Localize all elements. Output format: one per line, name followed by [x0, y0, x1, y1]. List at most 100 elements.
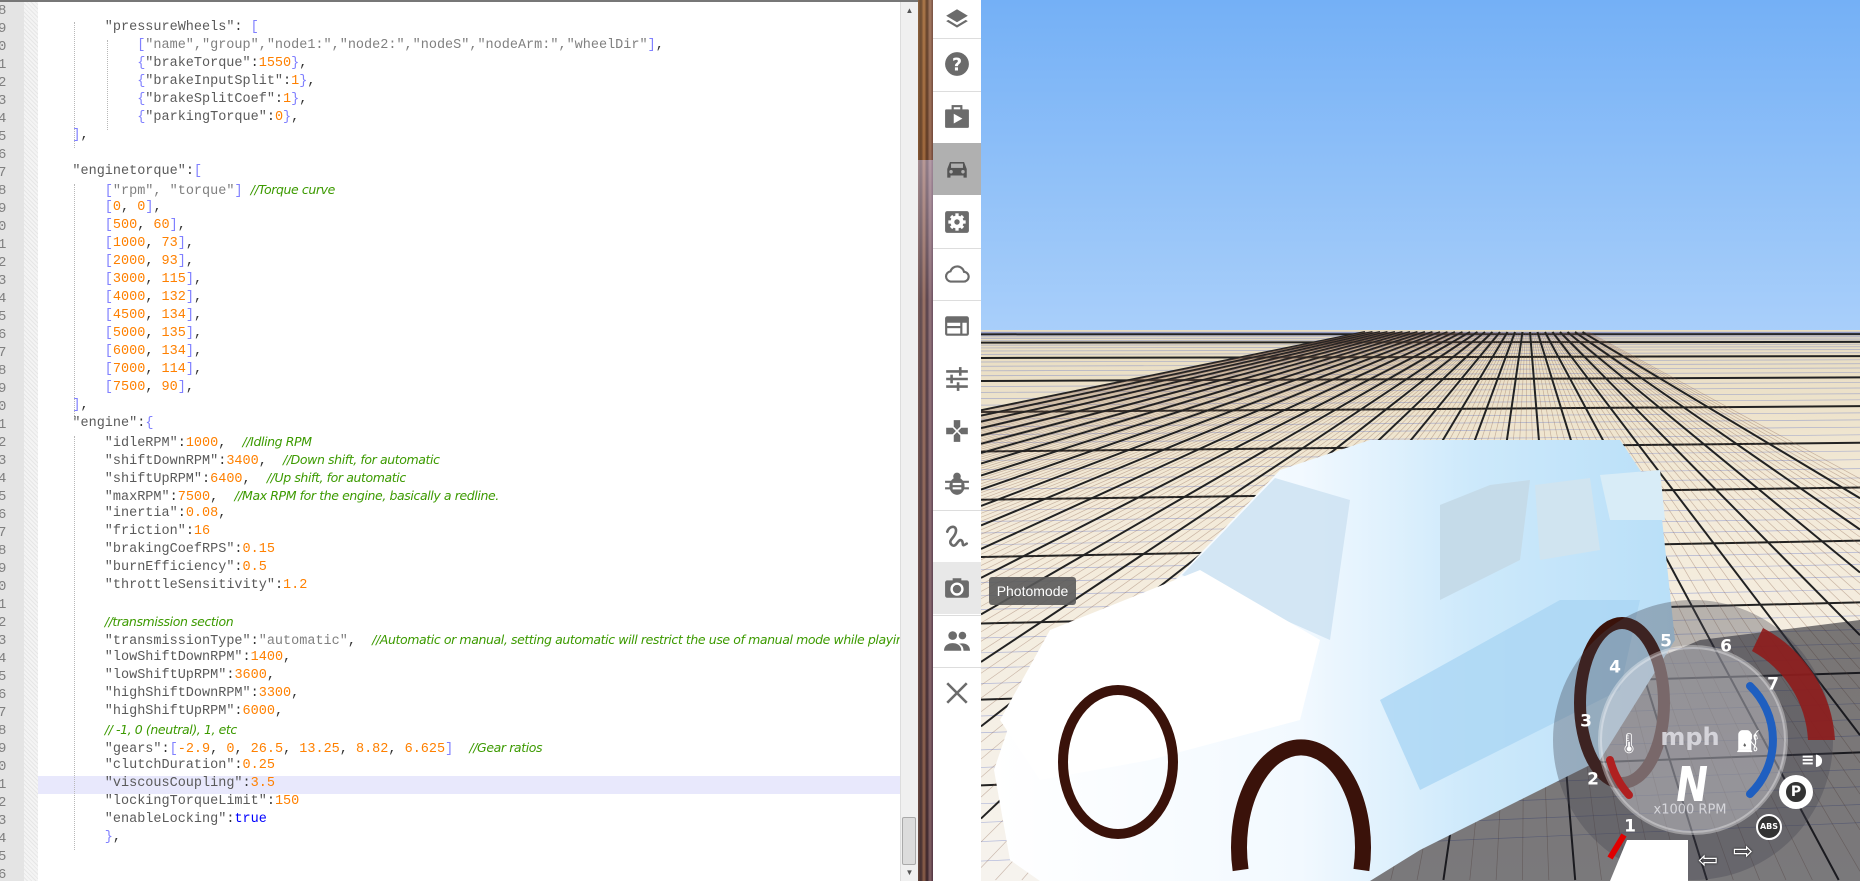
punctuation [453, 742, 469, 757]
sidebar-vehicle-config-gear-button[interactable] [933, 196, 981, 248]
code-line[interactable]: [7500, 90], [40, 380, 900, 398]
code-line[interactable]: {"brakeInputSplit":1}, [40, 74, 900, 92]
sidebar-close-button[interactable] [933, 667, 981, 719]
json-number: 5000 [112, 326, 146, 341]
game-menu-sidebar: ? [933, 0, 981, 881]
code-line[interactable]: [2000, 93], [40, 254, 900, 272]
code-line[interactable]: //transmission section [40, 614, 900, 632]
line-number: 7 [0, 704, 18, 722]
code-line[interactable]: [7000, 114], [40, 362, 900, 380]
json-bracket: [ [193, 164, 203, 179]
code-line[interactable]: ["rpm", "torque"] //Torque curve [40, 182, 900, 200]
sidebar-photomode-camera-button[interactable] [933, 562, 981, 615]
code-line[interactable]: [1000, 73], [40, 236, 900, 254]
code-line[interactable]: "highShiftUpRPM":6000, [40, 704, 900, 722]
code-line[interactable]: "enginetorque":[ [40, 164, 900, 182]
line-number: 1 [0, 776, 18, 794]
code-line[interactable]: "transmissionType":"automatic", //Automa… [40, 632, 900, 650]
code-line[interactable]: "highShiftDownRPM":3300, [40, 686, 900, 704]
code-line[interactable]: "engine":{ [40, 416, 900, 434]
punctuation: , [185, 254, 194, 269]
code-line[interactable]: {"brakeTorque":1550}, [40, 56, 900, 74]
code-line[interactable]: "shiftUpRPM":6400, //Up shift, for autom… [40, 470, 900, 488]
rpm-mark-label: 1 [1624, 816, 1636, 837]
code-line[interactable]: "maxRPM":7500, //Max RPM for the engine,… [40, 488, 900, 506]
code-line[interactable]: "lowShiftUpRPM":3600, [40, 668, 900, 686]
editor-vertical-scrollbar[interactable]: ▲ ▼ [900, 2, 918, 881]
json-number: 13.25 [299, 742, 340, 757]
sidebar-controls-gamepad-button[interactable] [933, 405, 981, 457]
code-line[interactable]: "friction":16 [40, 524, 900, 542]
code-line[interactable] [40, 596, 900, 614]
code-editor[interactable]: 8901234567890123456789012345678901234567… [0, 0, 918, 881]
json-key: "highShiftUpRPM" [104, 704, 235, 719]
json-key: "clutchDuration" [104, 758, 235, 773]
code-line[interactable]: {"parkingTorque":0}, [40, 110, 900, 128]
sidebar-multiplayer-people-button[interactable] [933, 615, 981, 667]
code-line[interactable]: "clutchDuration":0.25 [40, 758, 900, 776]
code-line[interactable]: ], [40, 398, 900, 416]
code-line[interactable]: [5000, 135], [40, 326, 900, 344]
scroll-up-arrow-icon[interactable]: ▲ [901, 2, 918, 19]
code-line[interactable]: "lowShiftDownRPM":1400, [40, 650, 900, 668]
svg-text:?: ? [952, 56, 962, 76]
code-line[interactable]: "lockingTorqueLimit":150 [40, 794, 900, 812]
sidebar-divider [933, 90, 981, 92]
json-key: "highShiftDownRPM" [104, 686, 251, 701]
code-line[interactable]: "pressureWheels": [ [40, 20, 900, 38]
code-line[interactable] [40, 2, 900, 20]
scroll-down-arrow-icon[interactable]: ▼ [901, 864, 918, 881]
punctuation: , [145, 236, 162, 251]
sidebar-vehicle-car-button[interactable] [933, 143, 981, 196]
code-line[interactable]: "throttleSensitivity":1.2 [40, 578, 900, 596]
code-line[interactable]: {"brakeSplitCoef":1}, [40, 92, 900, 110]
code-line[interactable]: "viscousCoupling":3.5 [40, 776, 900, 794]
json-number: -2.9 [177, 742, 211, 757]
json-number: 1000 [185, 436, 219, 451]
code-line[interactable]: // -1, 0 (neutral), 1, etc [40, 722, 900, 740]
code-line[interactable]: [0, 0], [40, 200, 900, 218]
line-number: 9 [0, 20, 18, 38]
code-line[interactable]: "idleRPM":1000, //Idling RPM [40, 434, 900, 452]
punctuation: : [266, 110, 275, 125]
code-line[interactable]: "shiftDownRPM":3400, //Down shift, for a… [40, 452, 900, 470]
code-line[interactable]: [500, 60], [40, 218, 900, 236]
line-number: 8 [0, 542, 18, 560]
code-line[interactable]: }, [40, 830, 900, 848]
json-bracket: } [283, 110, 292, 125]
sidebar-apps-window-button[interactable] [933, 300, 981, 352]
code-line[interactable]: ["name","group","node1:","node2:","nodeS… [40, 38, 900, 56]
code-line[interactable] [40, 146, 900, 164]
punctuation: , [339, 742, 356, 757]
speed-unit-label: mph [1660, 723, 1720, 751]
rpm-mark-label: 5 [1660, 631, 1672, 652]
code-line[interactable]: "inertia":0.08, [40, 506, 900, 524]
code-line[interactable]: "burnEfficiency":0.5 [40, 560, 900, 578]
json-key: "inertia" [104, 506, 178, 521]
code-line[interactable]: "brakingCoefRPS":0.15 [40, 542, 900, 560]
sidebar-layers-button[interactable] [933, 0, 981, 38]
code-line[interactable]: ], [40, 128, 900, 146]
punctuation: : [185, 164, 194, 179]
code-line[interactable]: [4500, 134], [40, 308, 900, 326]
sidebar-help-button[interactable]: ? [933, 38, 981, 90]
code-line[interactable]: "gears":[-2.9, 0, 26.5, 13.25, 8.82, 6.6… [40, 740, 900, 758]
sidebar-options-sliders-button[interactable] [933, 353, 981, 405]
sidebar-debug-bug-button[interactable] [933, 458, 981, 510]
scrollbar-thumb[interactable] [902, 817, 916, 865]
sidebar-cloud-button[interactable] [933, 248, 981, 300]
code-line[interactable]: [6000, 134], [40, 344, 900, 362]
sidebar-track-builder-squiggle-button[interactable] [933, 510, 981, 562]
sidebar-scenario-play-button[interactable] [933, 91, 981, 143]
code-line[interactable]: "enableLocking":true [40, 812, 900, 830]
code-line[interactable] [40, 848, 900, 866]
code-line[interactable] [40, 866, 900, 881]
punctuation: , [145, 362, 162, 377]
code-line[interactable]: [3000, 115], [40, 272, 900, 290]
punctuation: , [291, 686, 300, 701]
json-number: 90 [161, 380, 178, 395]
game-viewport[interactable]: 1 2 3 4 5 6 7 mph Nx1000 RPM 🌡 ⛽ ≡◗ P ABS ⇦ ⇨ [981, 0, 1860, 881]
json-number: 73 [161, 236, 178, 251]
code-line[interactable]: [4000, 132], [40, 290, 900, 308]
fold-margin [24, 2, 38, 881]
